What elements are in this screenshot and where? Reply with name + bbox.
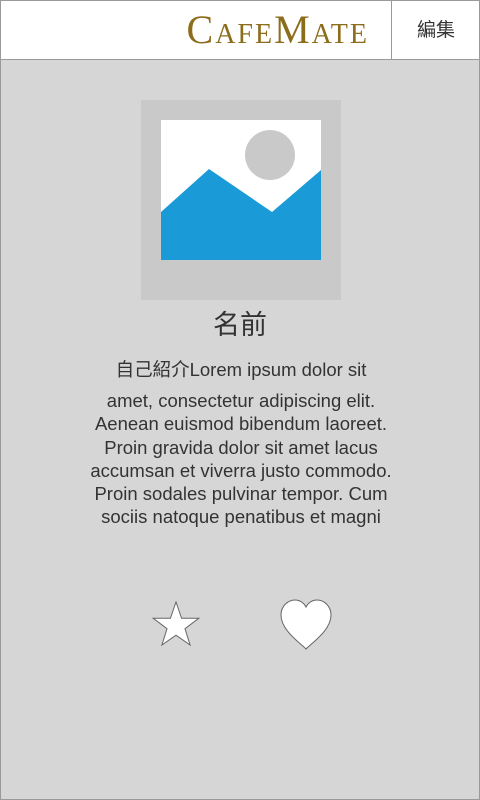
- header-bar: CafeMate 編集: [0, 0, 480, 60]
- profile-bio: 自己紹介Lorem ipsum dolor sit amet, consecte…: [86, 358, 396, 528]
- bio-first-line: 自己紹介Lorem ipsum dolor sit: [115, 359, 367, 380]
- edit-button[interactable]: 編集: [391, 1, 480, 59]
- heart-outline-icon: [280, 599, 332, 650]
- favorite-star-button[interactable]: [151, 600, 201, 650]
- like-heart-button[interactable]: [279, 598, 333, 652]
- profile-screen: CafeMate 編集 名前 自己紹介Lorem ipsum dolor sit…: [0, 0, 480, 800]
- avatar: [141, 100, 341, 300]
- bio-text: amet, consectetur adipiscing elit. Aenea…: [90, 390, 392, 528]
- profile-content: 名前 自己紹介Lorem ipsum dolor sit amet, conse…: [0, 60, 480, 800]
- star-outline-icon: [151, 600, 201, 647]
- image-placeholder-icon: [161, 120, 321, 260]
- app-logo: CafeMate: [186, 7, 369, 52]
- profile-name: 名前: [213, 310, 267, 341]
